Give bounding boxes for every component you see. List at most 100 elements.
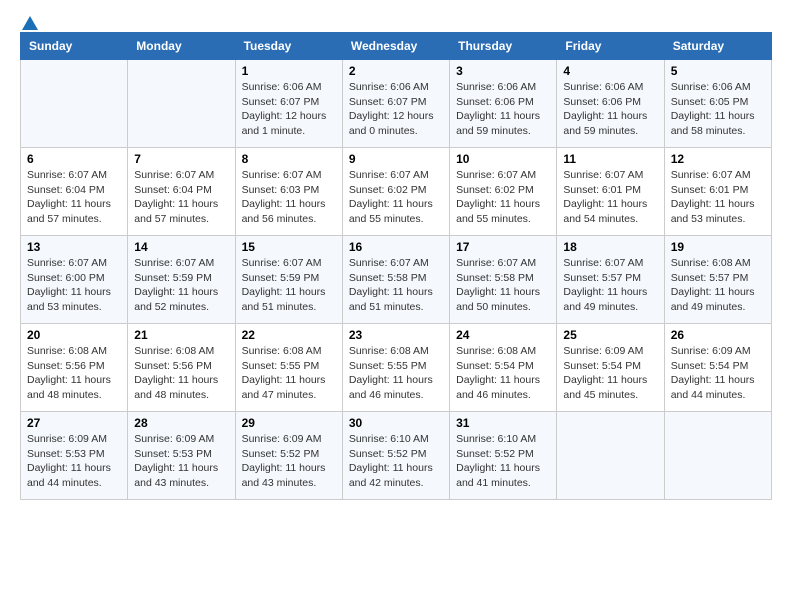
day-info-12: Sunrise: 6:07 AM Sunset: 6:01 PM Dayligh…	[671, 168, 765, 227]
day-number-24: 24	[456, 328, 550, 342]
header-row: SundayMondayTuesdayWednesdayThursdayFrid…	[21, 33, 772, 60]
day-number-5: 5	[671, 64, 765, 78]
cell-w5-d7	[664, 412, 771, 500]
day-number-10: 10	[456, 152, 550, 166]
day-number-17: 17	[456, 240, 550, 254]
cell-w3-d3: 15Sunrise: 6:07 AM Sunset: 5:59 PM Dayli…	[235, 236, 342, 324]
day-number-21: 21	[134, 328, 228, 342]
cell-w2-d6: 11 Sunrise: 6:07 AM Sunset: 6:01 PM Dayli…	[557, 148, 664, 236]
cell-w2-d1: 6 Sunrise: 6:07 AM Sunset: 6:04 PM Daylig…	[21, 148, 128, 236]
day-info-4: Sunrise: 6:06 AM Sunset: 6:06 PM Dayligh…	[563, 80, 657, 139]
week-row-4: 20 Sunrise: 6:08 AM Sunset: 5:56 PM Dayli…	[21, 324, 772, 412]
logo	[20, 20, 38, 22]
cell-w2-d7: 12 Sunrise: 6:07 AM Sunset: 6:01 PM Dayli…	[664, 148, 771, 236]
week-row-5: 27Sunrise: 6:09 AM Sunset: 5:53 PM Dayli…	[21, 412, 772, 500]
cell-w5-d5: 31 Sunrise: 6:10 AM Sunset: 5:52 PM Dayli…	[450, 412, 557, 500]
cell-w4-d4: 23 Sunrise: 6:08 AM Sunset: 5:55 PM Dayli…	[342, 324, 449, 412]
cell-w4-d7: 26 Sunrise: 6:09 AM Sunset: 5:54 PM Dayli…	[664, 324, 771, 412]
day-info-28: Sunrise: 6:09 AM Sunset: 5:53 PM Dayligh…	[134, 432, 228, 491]
calendar-header: SundayMondayTuesdayWednesdayThursdayFrid…	[21, 33, 772, 60]
day-number-11: 11	[563, 152, 657, 166]
day-info-24: Sunrise: 6:08 AM Sunset: 5:54 PM Dayligh…	[456, 344, 550, 403]
day-number-22: 22	[242, 328, 336, 342]
header-wednesday: Wednesday	[342, 33, 449, 60]
cell-w3-d6: 18Sunrise: 6:07 AM Sunset: 5:57 PM Dayli…	[557, 236, 664, 324]
cell-w5-d2: 28 Sunrise: 6:09 AM Sunset: 5:53 PM Dayli…	[128, 412, 235, 500]
calendar-table: SundayMondayTuesdayWednesdayThursdayFrid…	[20, 32, 772, 500]
cell-w3-d2: 14Sunrise: 6:07 AM Sunset: 5:59 PM Dayli…	[128, 236, 235, 324]
header-sunday: Sunday	[21, 33, 128, 60]
day-number-31: 31	[456, 416, 550, 430]
day-number-1: 1	[242, 64, 336, 78]
day-info-6: Sunrise: 6:07 AM Sunset: 6:04 PM Dayligh…	[27, 168, 121, 227]
page-header	[20, 20, 772, 22]
cell-w4-d2: 21 Sunrise: 6:08 AM Sunset: 5:56 PM Dayli…	[128, 324, 235, 412]
day-info-2: Sunrise: 6:06 AM Sunset: 6:07 PM Dayligh…	[349, 80, 443, 139]
day-number-14: 14	[134, 240, 228, 254]
day-number-26: 26	[671, 328, 765, 342]
cell-w3-d5: 17 Sunrise: 6:07 AM Sunset: 5:58 PM Dayli…	[450, 236, 557, 324]
day-number-13: 13	[27, 240, 121, 254]
day-number-20: 20	[27, 328, 121, 342]
cell-w5-d1: 27Sunrise: 6:09 AM Sunset: 5:53 PM Dayli…	[21, 412, 128, 500]
day-info-7: Sunrise: 6:07 AM Sunset: 6:04 PM Dayligh…	[134, 168, 228, 227]
calendar-body: 1 Sunrise: 6:06 AM Sunset: 6:07 PM Daylig…	[21, 60, 772, 500]
day-number-3: 3	[456, 64, 550, 78]
day-number-28: 28	[134, 416, 228, 430]
header-saturday: Saturday	[664, 33, 771, 60]
cell-w1-d4: 2 Sunrise: 6:06 AM Sunset: 6:07 PM Daylig…	[342, 60, 449, 148]
day-info-22: Sunrise: 6:08 AM Sunset: 5:55 PM Dayligh…	[242, 344, 336, 403]
day-info-16: Sunrise: 6:07 AM Sunset: 5:58 PM Dayligh…	[349, 256, 443, 315]
day-info-11: Sunrise: 6:07 AM Sunset: 6:01 PM Dayligh…	[563, 168, 657, 227]
day-info-20: Sunrise: 6:08 AM Sunset: 5:56 PM Dayligh…	[27, 344, 121, 403]
cell-w3-d7: 19Sunrise: 6:08 AM Sunset: 5:57 PM Dayli…	[664, 236, 771, 324]
day-info-21: Sunrise: 6:08 AM Sunset: 5:56 PM Dayligh…	[134, 344, 228, 403]
day-number-8: 8	[242, 152, 336, 166]
day-number-12: 12	[671, 152, 765, 166]
cell-w4-d5: 24 Sunrise: 6:08 AM Sunset: 5:54 PM Dayli…	[450, 324, 557, 412]
day-info-26: Sunrise: 6:09 AM Sunset: 5:54 PM Dayligh…	[671, 344, 765, 403]
day-number-4: 4	[563, 64, 657, 78]
day-number-25: 25	[563, 328, 657, 342]
week-row-3: 13 Sunrise: 6:07 AM Sunset: 6:00 PM Dayli…	[21, 236, 772, 324]
day-info-5: Sunrise: 6:06 AM Sunset: 6:05 PM Dayligh…	[671, 80, 765, 139]
cell-w4-d1: 20 Sunrise: 6:08 AM Sunset: 5:56 PM Dayli…	[21, 324, 128, 412]
header-friday: Friday	[557, 33, 664, 60]
cell-w5-d4: 30Sunrise: 6:10 AM Sunset: 5:52 PM Dayli…	[342, 412, 449, 500]
day-number-2: 2	[349, 64, 443, 78]
day-info-25: Sunrise: 6:09 AM Sunset: 5:54 PM Dayligh…	[563, 344, 657, 403]
header-monday: Monday	[128, 33, 235, 60]
day-info-17: Sunrise: 6:07 AM Sunset: 5:58 PM Dayligh…	[456, 256, 550, 315]
day-number-6: 6	[27, 152, 121, 166]
header-tuesday: Tuesday	[235, 33, 342, 60]
week-row-2: 6 Sunrise: 6:07 AM Sunset: 6:04 PM Daylig…	[21, 148, 772, 236]
cell-w1-d6: 4 Sunrise: 6:06 AM Sunset: 6:06 PM Daylig…	[557, 60, 664, 148]
day-number-18: 18	[563, 240, 657, 254]
day-info-15: Sunrise: 6:07 AM Sunset: 5:59 PM Dayligh…	[242, 256, 336, 315]
cell-w1-d2	[128, 60, 235, 148]
day-number-29: 29	[242, 416, 336, 430]
day-info-10: Sunrise: 6:07 AM Sunset: 6:02 PM Dayligh…	[456, 168, 550, 227]
cell-w1-d3: 1Sunrise: 6:06 AM Sunset: 6:07 PM Daylig…	[235, 60, 342, 148]
day-info-13: Sunrise: 6:07 AM Sunset: 6:00 PM Dayligh…	[27, 256, 121, 315]
day-number-7: 7	[134, 152, 228, 166]
cell-w1-d5: 3Sunrise: 6:06 AM Sunset: 6:06 PM Daylig…	[450, 60, 557, 148]
week-row-1: 1 Sunrise: 6:06 AM Sunset: 6:07 PM Daylig…	[21, 60, 772, 148]
logo-icon	[22, 16, 38, 30]
header-thursday: Thursday	[450, 33, 557, 60]
day-number-23: 23	[349, 328, 443, 342]
cell-w4-d6: 25 Sunrise: 6:09 AM Sunset: 5:54 PM Dayli…	[557, 324, 664, 412]
day-info-23: Sunrise: 6:08 AM Sunset: 5:55 PM Dayligh…	[349, 344, 443, 403]
day-number-30: 30	[349, 416, 443, 430]
cell-w5-d6	[557, 412, 664, 500]
day-info-29: Sunrise: 6:09 AM Sunset: 5:52 PM Dayligh…	[242, 432, 336, 491]
cell-w2-d4: 9 Sunrise: 6:07 AM Sunset: 6:02 PM Daylig…	[342, 148, 449, 236]
day-number-9: 9	[349, 152, 443, 166]
cell-w3-d1: 13 Sunrise: 6:07 AM Sunset: 6:00 PM Dayli…	[21, 236, 128, 324]
day-number-19: 19	[671, 240, 765, 254]
day-info-9: Sunrise: 6:07 AM Sunset: 6:02 PM Dayligh…	[349, 168, 443, 227]
cell-w3-d4: 16Sunrise: 6:07 AM Sunset: 5:58 PM Dayli…	[342, 236, 449, 324]
day-info-31: Sunrise: 6:10 AM Sunset: 5:52 PM Dayligh…	[456, 432, 550, 491]
cell-w2-d2: 7 Sunrise: 6:07 AM Sunset: 6:04 PM Daylig…	[128, 148, 235, 236]
cell-w2-d3: 8Sunrise: 6:07 AM Sunset: 6:03 PM Daylig…	[235, 148, 342, 236]
